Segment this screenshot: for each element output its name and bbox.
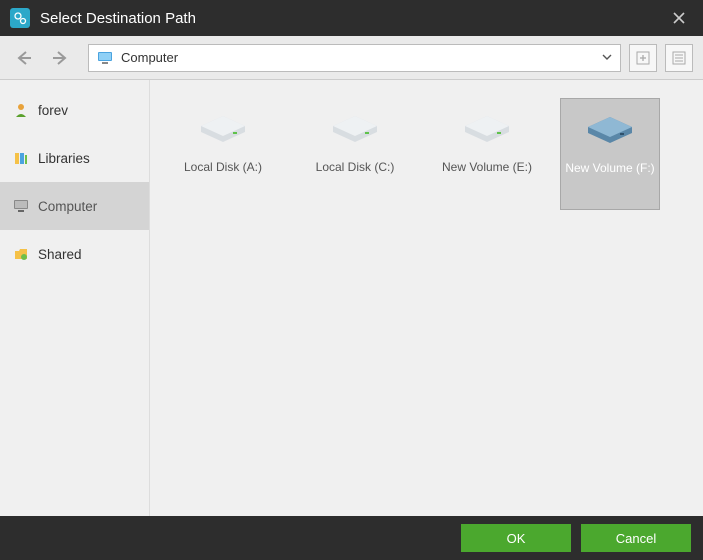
computer-icon bbox=[97, 50, 113, 66]
sidebar-item-shared[interactable]: Shared bbox=[0, 230, 149, 278]
shared-icon bbox=[12, 245, 30, 263]
app-icon bbox=[10, 8, 30, 28]
sidebar-item-computer[interactable]: Computer bbox=[0, 182, 149, 230]
drive-label: New Volume (E:) bbox=[442, 160, 532, 174]
drive-item[interactable]: Local Disk (C:) bbox=[296, 98, 414, 210]
list-view-icon bbox=[672, 51, 686, 65]
disk-icon bbox=[459, 104, 515, 150]
chevron-down-icon bbox=[602, 49, 612, 67]
close-icon bbox=[672, 11, 686, 25]
drive-item[interactable]: New Volume (E:) bbox=[428, 98, 546, 210]
drive-label: Local Disk (A:) bbox=[184, 160, 262, 174]
path-dropdown[interactable]: Computer bbox=[88, 44, 621, 72]
sidebar-item-libraries[interactable]: Libraries bbox=[0, 134, 149, 182]
back-button[interactable] bbox=[10, 44, 38, 72]
disk-icon bbox=[327, 104, 383, 150]
drive-label: Local Disk (C:) bbox=[316, 160, 395, 174]
arrow-left-icon bbox=[14, 48, 34, 68]
cancel-button[interactable]: Cancel bbox=[581, 524, 691, 552]
new-folder-button[interactable] bbox=[629, 44, 657, 72]
view-toggle-button[interactable] bbox=[665, 44, 693, 72]
titlebar: Select Destination Path bbox=[0, 0, 703, 36]
drive-item[interactable]: Local Disk (A:) bbox=[164, 98, 282, 210]
drive-item-selected[interactable]: New Volume (F:) bbox=[560, 98, 660, 210]
path-label: Computer bbox=[121, 50, 594, 65]
drive-grid: Local Disk (A:) Local Disk (C:) New Volu… bbox=[150, 80, 703, 516]
sidebar-item-label: Shared bbox=[38, 247, 82, 262]
libraries-icon bbox=[12, 149, 30, 167]
ok-button[interactable]: OK bbox=[461, 524, 571, 552]
sidebar-item-label: Libraries bbox=[38, 151, 90, 166]
body: forev Libraries Computer Shared Local bbox=[0, 80, 703, 516]
sidebar-item-user[interactable]: forev bbox=[0, 86, 149, 134]
forward-button[interactable] bbox=[46, 44, 74, 72]
sidebar-item-label: Computer bbox=[38, 199, 97, 214]
disk-icon bbox=[195, 104, 251, 150]
computer-icon bbox=[12, 197, 30, 215]
footer: OK Cancel bbox=[0, 516, 703, 560]
window-title: Select Destination Path bbox=[40, 10, 665, 27]
drive-label: New Volume (F:) bbox=[565, 161, 654, 175]
sidebar-item-label: forev bbox=[38, 103, 68, 118]
toolbar: Computer bbox=[0, 36, 703, 80]
sidebar: forev Libraries Computer Shared bbox=[0, 80, 150, 516]
user-icon bbox=[12, 101, 30, 119]
close-button[interactable] bbox=[665, 4, 693, 32]
plus-icon bbox=[636, 51, 650, 65]
disk-icon bbox=[582, 105, 638, 151]
arrow-right-icon bbox=[50, 48, 70, 68]
